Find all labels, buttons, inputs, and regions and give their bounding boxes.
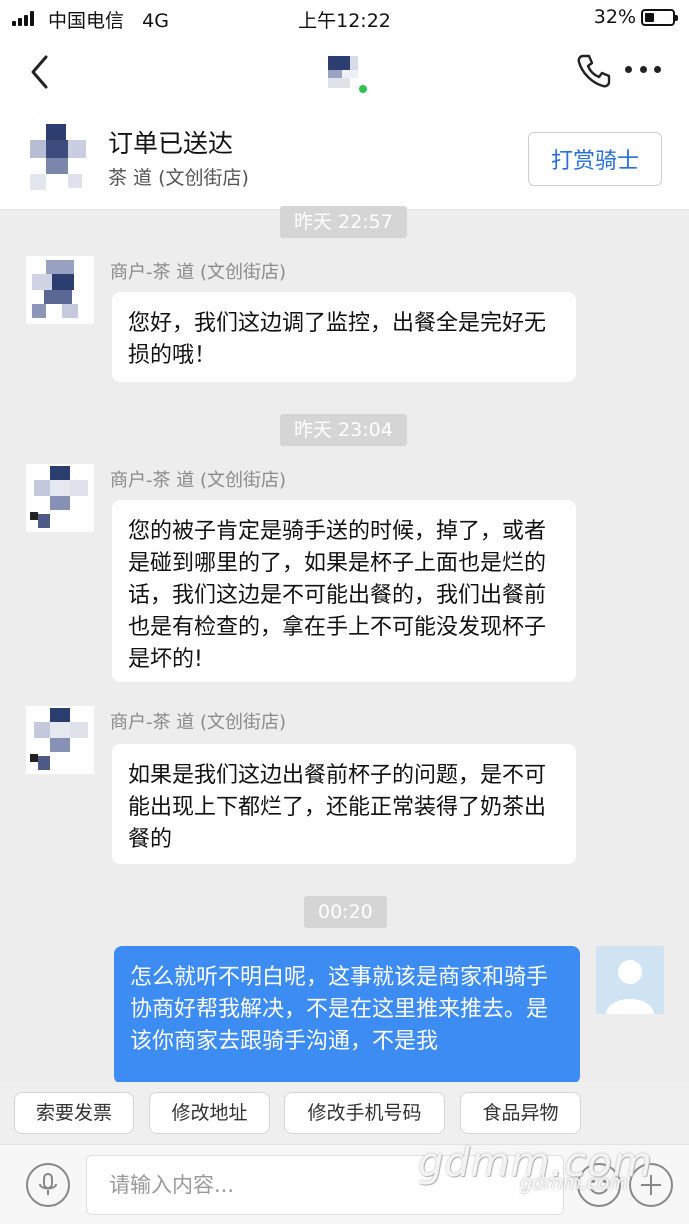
quick-reply-bar: 索要发票 修改地址 修改手机号码 食品异物 — [0, 1082, 689, 1144]
message-bubble-outgoing: 怎么就听不明白呢，这事就该是商家和骑手协商好帮我解决，不是在这里推来推去。是该你… — [114, 946, 580, 1084]
order-card[interactable]: 订单已送达 茶 道 (文创街店) 打赏骑士 — [0, 108, 689, 210]
shop-avatar[interactable] — [26, 256, 94, 324]
timestamp: 昨天 23:04 — [280, 414, 407, 446]
online-status-dot — [357, 83, 369, 95]
order-status-title: 订单已送达 — [108, 129, 234, 158]
microphone-icon — [39, 1173, 57, 1195]
sender-name: 商户-茶 道 (文创街店) — [110, 470, 286, 491]
reward-rider-button[interactable]: 打赏骑士 — [528, 132, 662, 186]
voice-input-button[interactable] — [26, 1163, 70, 1207]
battery-icon — [641, 9, 678, 26]
phone-icon[interactable] — [575, 52, 613, 90]
chat-header — [0, 36, 689, 108]
watermark-sub: gdmm.com — [520, 1172, 628, 1194]
shop-avatar[interactable] — [26, 464, 94, 532]
sender-name: 商户-茶 道 (文创街店) — [110, 262, 286, 283]
clock: 上午12:22 — [298, 10, 391, 32]
chevron-left-icon[interactable] — [24, 52, 60, 92]
message-bubble: 如果是我们这边出餐前杯子的问题，是不可能出现上下都烂了，还能正常装得了奶茶出餐的 — [112, 744, 576, 864]
quick-reply-chip[interactable]: 修改地址 — [149, 1092, 270, 1134]
quick-reply-chip[interactable]: 索要发票 — [14, 1092, 134, 1134]
message-bubble: 您好，我们这边调了监控，出餐全是完好无损的哦！ — [112, 292, 576, 382]
message-bubble: 您的被子肯定是骑手送的时候，掉了，或者是碰到哪里的了，如果是杯子上面也是烂的话，… — [112, 500, 576, 682]
quick-reply-chip[interactable]: 食品异物 — [460, 1092, 581, 1134]
shop-avatar — [30, 124, 86, 190]
more-dots-icon[interactable] — [625, 66, 661, 76]
battery-percent: 32% — [593, 6, 636, 28]
sender-name: 商户-茶 道 (文创街店) — [110, 712, 286, 733]
user-silhouette-icon — [606, 960, 654, 1014]
order-shop-name: 茶 道 (文创街店) — [108, 167, 249, 189]
shop-avatar[interactable] — [26, 706, 94, 774]
user-avatar[interactable] — [596, 946, 664, 1014]
timestamp: 00:20 — [304, 896, 387, 928]
timestamp: 昨天 22:57 — [280, 206, 407, 238]
status-bar: 中国电信 4G 上午12:22 32% — [0, 0, 689, 36]
quick-reply-chip[interactable]: 修改手机号码 — [284, 1092, 445, 1134]
rider-avatar[interactable] — [326, 54, 360, 90]
